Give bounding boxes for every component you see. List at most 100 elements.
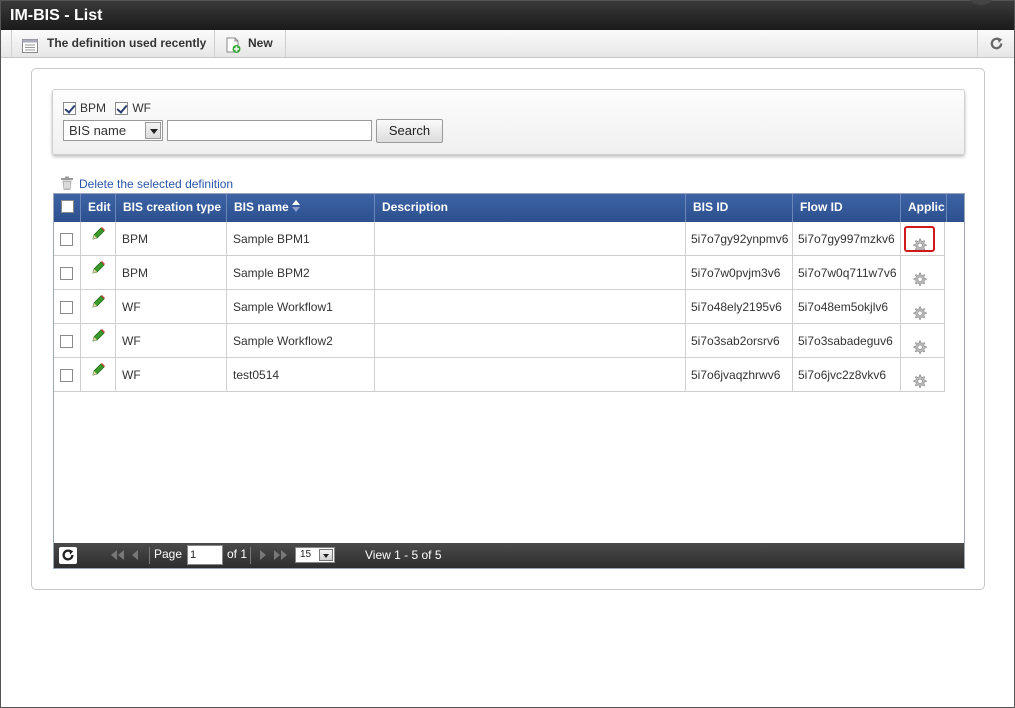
first-page-icon[interactable] [109,549,125,564]
edit-cell [81,256,116,290]
pencil-icon[interactable] [90,291,106,321]
bis-name-cell: test0514 [227,358,375,392]
grid-refresh-button[interactable] [59,547,77,564]
bis-name-cell: Sample Workflow2 [227,324,375,358]
bis-name-cell: Sample BPM1 [227,222,375,256]
new-document-icon [225,36,241,63]
gear-icon[interactable] [912,300,927,324]
row-select-cell [54,256,81,290]
gear-icon[interactable] [912,368,927,392]
gear-icon[interactable] [912,266,927,290]
row-checkbox[interactable] [60,301,73,315]
select-all-header [54,194,81,222]
apply-cell [901,256,945,290]
main-window: IM-BIS - List The definition used recent… [0,0,1015,708]
table-row[interactable]: WF Sample Workflow2 5i7o3sab2orsrv6 5i7o3sa… [54,324,945,358]
table-row[interactable]: BPM Sample BPM1 5i7o7gy92ynpmv6 5i7o7gy997m… [54,222,945,256]
column-header-flow-id[interactable]: Flow ID [793,194,901,222]
record-range-label: View 1 - 5 of 5 [365,548,442,562]
flow-id-cell: 5i7o6jvc2z8vkv6 [793,358,901,392]
pager-separator [250,547,251,564]
row-select-cell [54,222,81,256]
recent-definitions-button[interactable]: The definition used recently [11,30,215,57]
bis-id-cell: 5i7o6jvaqzhrwv6 [686,358,793,392]
bpm-label: BPM [80,101,107,115]
creation-type-cell: BPM [116,256,227,290]
toolbar: The definition used recently New [1,30,1014,58]
apply-cell [901,222,945,256]
page-number-input[interactable]: 1 [187,545,223,565]
creation-type-cell: BPM [116,222,227,256]
gear-icon[interactable] [912,334,927,358]
description-cell [375,256,686,290]
window-corner-knob [966,0,996,5]
delete-selected-link[interactable]: Delete the selected definition [60,176,233,192]
table-row[interactable]: BPM Sample BPM2 5i7o7w0pvjm3v6 5i7o7w0q711w… [54,256,945,290]
search-button[interactable]: Search [376,119,443,143]
bis-name-cell: Sample Workflow1 [227,290,375,324]
new-label: New [248,36,273,50]
edit-cell [81,290,116,324]
row-checkbox[interactable] [60,369,73,383]
refresh-icon [989,36,1004,54]
window-title: IM-BIS - List [10,7,103,24]
flow-id-cell: 5i7o48em5okjlv6 [793,290,901,324]
pager-separator [149,547,150,564]
pencil-icon[interactable] [90,257,106,287]
definitions-grid: Edit BIS creation type BIS name Descript… [53,193,965,569]
select-all-checkbox[interactable] [61,200,74,214]
creation-type-cell: WF [116,324,227,358]
new-button[interactable]: New [215,30,286,57]
delete-selected-label: Delete the selected definition [79,177,234,191]
creation-type-cell: WF [116,358,227,392]
description-cell [375,222,686,256]
row-checkbox[interactable] [60,267,73,281]
grid-header: Edit BIS creation type BIS name Descript… [54,194,964,222]
pencil-icon[interactable] [90,223,106,253]
search-panel: BPM WF BIS name Search [52,89,965,155]
column-header-bis-name[interactable]: BIS name [227,194,375,222]
search-field-select[interactable]: BIS name [63,120,163,141]
sort-ascending-icon [291,195,300,222]
bpm-checkbox[interactable] [63,102,76,116]
apply-cell [901,290,945,324]
rows-per-page-value: 15 [300,549,312,560]
search-input[interactable] [167,120,372,141]
content-panel: BPM WF BIS name Search Delete the select… [31,68,985,590]
edit-cell [81,222,116,256]
column-header-bis-id[interactable]: BIS ID [686,194,793,222]
page-label: Page [154,547,183,561]
pencil-icon[interactable] [90,325,106,355]
column-header-creation-type[interactable]: BIS creation type [116,194,227,222]
highlight-box [904,226,935,252]
column-header-description[interactable]: Description [375,194,686,222]
pencil-icon[interactable] [90,359,106,389]
bis-id-cell: 5i7o48ely2195v6 [686,290,793,324]
next-page-icon[interactable] [258,549,268,564]
description-cell [375,358,686,392]
flow-id-cell: 5i7o3sabadeguv6 [793,324,901,358]
rows-per-page-select[interactable]: 15 [295,547,335,563]
refresh-button[interactable] [977,30,1014,57]
column-header-applic[interactable]: Applic [901,194,947,222]
column-header-edit[interactable]: Edit [81,194,116,222]
row-checkbox[interactable] [60,233,73,247]
grid-refresh-icon [61,548,75,565]
flow-id-cell: 5i7o7w0q711w7v6 [793,256,901,290]
table-row[interactable]: WF Sample Workflow1 5i7o48ely2195v6 5i7o48e… [54,290,945,324]
page-count-label: of 1 [227,547,248,561]
creation-type-cell: WF [116,290,227,324]
bis-id-cell: 5i7o3sab2orsrv6 [686,324,793,358]
previous-page-icon[interactable] [130,549,140,564]
last-page-icon[interactable] [273,549,289,564]
search-field-value: BIS name [69,123,127,138]
row-select-cell [54,324,81,358]
apply-cell [901,324,945,358]
column-header-bis-name-label: BIS name [234,200,289,214]
title-bar: IM-BIS - List [1,0,1014,30]
wf-checkbox[interactable] [115,102,129,116]
edit-cell [81,324,116,358]
row-checkbox[interactable] [60,335,73,349]
row-select-cell [54,290,81,324]
table-row[interactable]: WF test0514 5i7o6jvaqzhrwv6 5i7o6jvc2z8vkv6 [54,358,945,392]
